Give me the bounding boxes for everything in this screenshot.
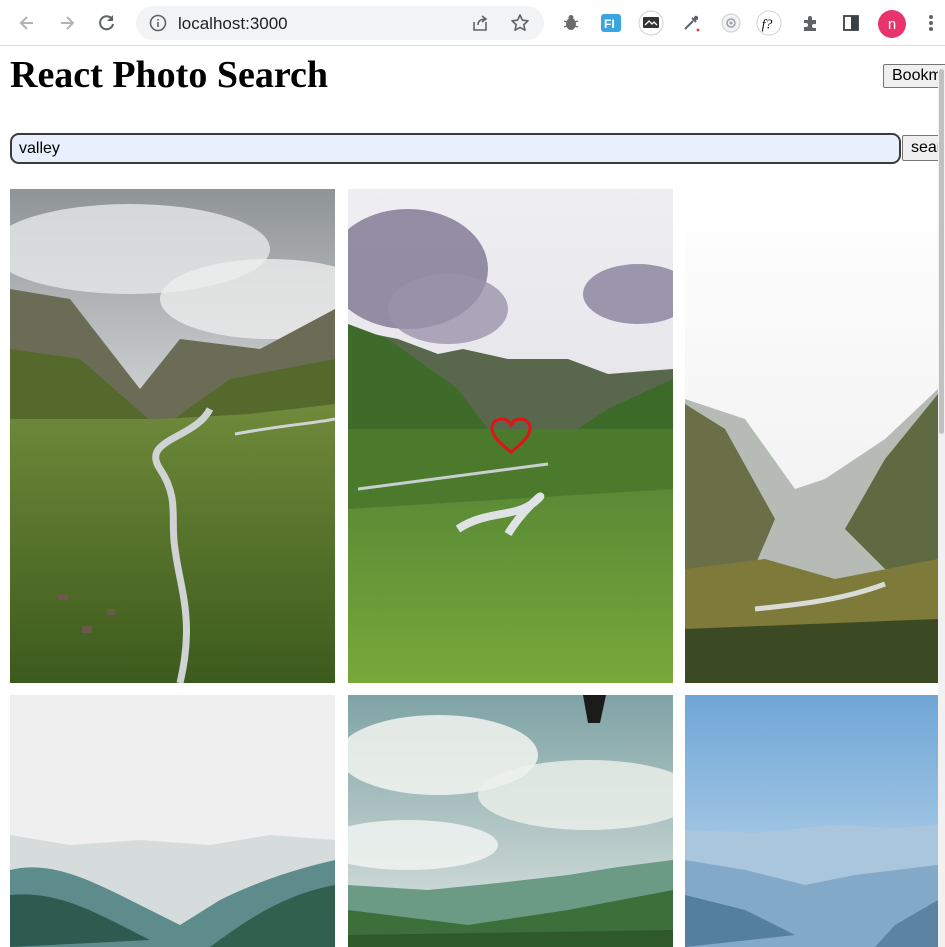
favorite-heart-icon[interactable] bbox=[490, 417, 532, 455]
valley-photo bbox=[685, 695, 938, 947]
photo-card[interactable] bbox=[348, 695, 673, 947]
reload-icon bbox=[99, 15, 114, 31]
valley-photo bbox=[685, 189, 938, 683]
site-info-icon[interactable] bbox=[148, 13, 168, 33]
page-content: React Photo Search Bookmarks search bbox=[0, 47, 945, 947]
fi-extension-icon[interactable]: FI bbox=[598, 10, 624, 36]
search-input[interactable] bbox=[10, 133, 901, 164]
photo-card[interactable] bbox=[10, 695, 335, 947]
eyedropper-icon[interactable] bbox=[678, 10, 704, 36]
photo-card[interactable] bbox=[685, 695, 938, 947]
browser-toolbar: localhost:3000 FI f? n bbox=[0, 0, 945, 46]
bug-icon[interactable] bbox=[558, 10, 584, 36]
address-bar[interactable]: localhost:3000 bbox=[136, 6, 544, 40]
back-button[interactable] bbox=[12, 8, 42, 38]
valley-photo bbox=[348, 695, 673, 947]
forward-arrow-icon bbox=[61, 16, 75, 30]
menu-kebab-icon[interactable] bbox=[918, 10, 944, 36]
svg-text:f?: f? bbox=[762, 18, 773, 33]
scrollbar-thumb[interactable] bbox=[939, 69, 944, 434]
photo-card[interactable] bbox=[348, 189, 673, 683]
page-title: React Photo Search bbox=[10, 54, 329, 96]
photo-card[interactable] bbox=[10, 189, 335, 683]
photo-card[interactable] bbox=[685, 189, 938, 683]
font-ninja-icon[interactable]: f? bbox=[756, 10, 782, 36]
bookmarks-button[interactable]: Bookmarks bbox=[883, 64, 945, 88]
valley-photo bbox=[10, 189, 335, 683]
side-panel-icon[interactable] bbox=[838, 10, 864, 36]
vertical-scrollbar[interactable] bbox=[938, 67, 945, 947]
share-icon[interactable] bbox=[470, 13, 490, 33]
bookmark-star-icon[interactable] bbox=[510, 13, 530, 33]
valley-photo bbox=[10, 695, 335, 947]
url-text[interactable]: localhost:3000 bbox=[178, 14, 288, 34]
reload-button[interactable] bbox=[92, 8, 122, 38]
svg-text:FI: FI bbox=[604, 17, 615, 31]
face-extension-icon[interactable] bbox=[718, 10, 744, 36]
profile-avatar[interactable]: n bbox=[878, 10, 906, 38]
puzzle-icon[interactable] bbox=[798, 10, 824, 36]
back-arrow-icon bbox=[19, 16, 33, 30]
forward-button[interactable] bbox=[52, 8, 82, 38]
screen-extension-icon[interactable] bbox=[638, 10, 664, 36]
